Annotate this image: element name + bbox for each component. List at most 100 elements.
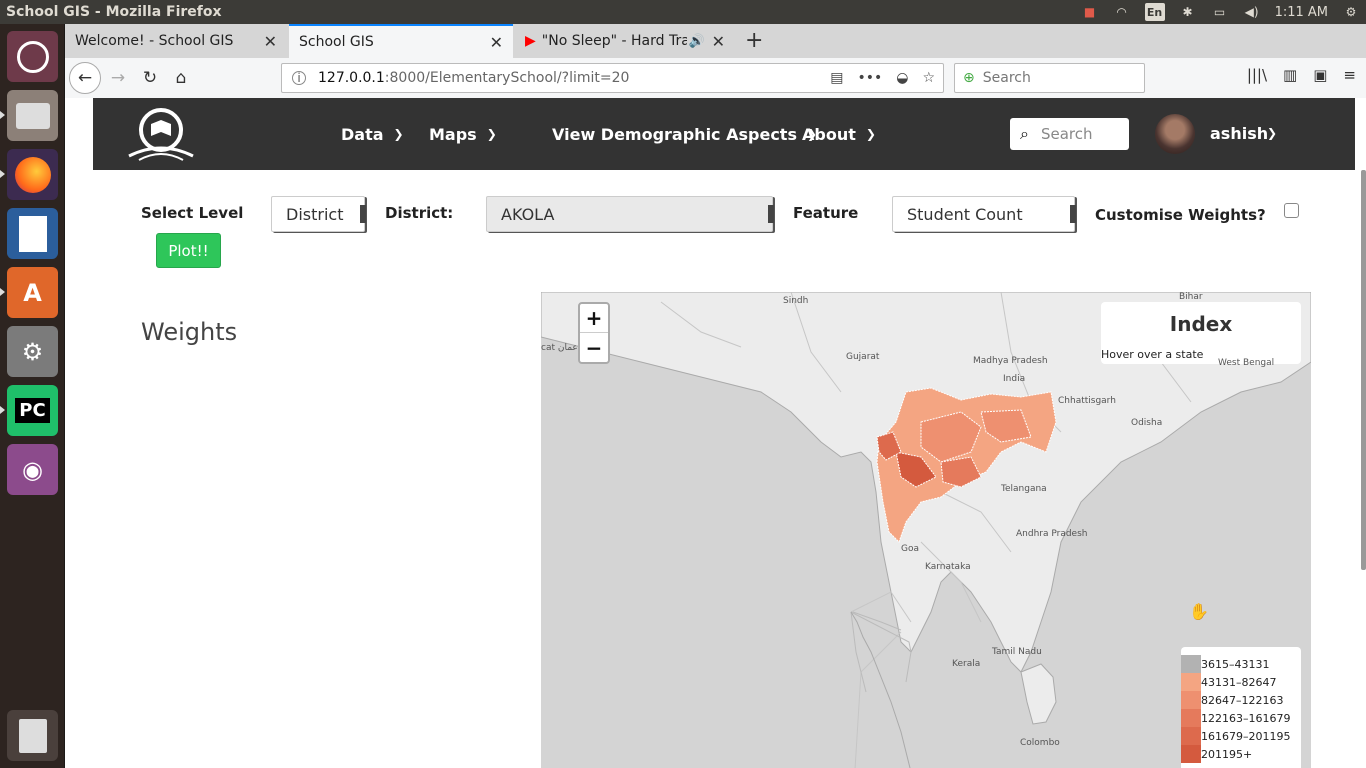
search-engine-icon: ⊕ [963,70,975,86]
reader-view-icon[interactable]: ▤ [830,70,843,86]
reload-icon[interactable]: ↻ [136,64,164,92]
map-label: Madhya Pradesh [973,356,1048,366]
choropleth-map[interactable]: + − Index Hover over a state Sindh Bihar… [541,292,1311,768]
keyboard-indicator[interactable]: En [1144,3,1165,21]
map-label: cat عمان [541,343,578,353]
close-tab-icon[interactable]: ✕ [264,32,277,51]
legend-label: 201195+ [1201,747,1253,761]
camera-icon[interactable]: ■ [1081,5,1099,19]
legend-label: 122163–161679 [1201,711,1291,725]
audio-icon[interactable]: 🔊 [689,34,705,49]
weights-title: Weights [141,318,238,346]
sidebar-icon[interactable]: ▥ [1283,66,1297,84]
legend-label: 43131–82647 [1201,675,1277,689]
level-select[interactable]: District [271,196,366,232]
system-settings-icon[interactable]: ⚙ [7,326,58,377]
username[interactable]: ashish [1210,124,1268,143]
trash-icon[interactable] [7,710,58,761]
new-tab-icon[interactable]: + [745,28,763,53]
clock[interactable]: 1:11 AM [1275,5,1328,20]
settings-gear-icon[interactable]: ⚙ [1342,5,1360,19]
tab-school-gis[interactable]: School GIS ✕ [289,24,513,58]
battery-icon[interactable]: ▭ [1211,5,1229,19]
url-bar[interactable]: i 127.0.0.1:8000/ElementarySchool/?limit… [281,63,944,93]
search-placeholder: Search [1040,125,1093,143]
files-icon[interactable] [7,90,58,141]
avatar[interactable] [1155,114,1195,154]
district-select[interactable]: AKOLA [486,196,774,232]
web-page: Data ❯ Maps ❯ View Demographic Aspects ❯ Ab… [65,98,1366,768]
software-center-icon[interactable]: A [7,267,58,318]
index-info-box: Index Hover over a state [1101,302,1301,364]
system-top-bar: School GIS - Mozilla Firefox ■ ◠ En ✱ ▭ … [0,0,1366,24]
legend-swatch [1181,673,1201,691]
map-label: Andhra Pradesh [1016,529,1088,539]
screen-recorder-icon[interactable]: ◉ [7,444,58,495]
volume-icon[interactable]: ◀) [1243,5,1261,19]
bookmark-star-icon[interactable]: ☆ [922,70,935,86]
tab-label: "No Sleep" - Hard Trap [541,33,687,49]
launcher: A ⚙ PC ◉ [0,24,65,768]
hand-cursor-icon: ✋ [1189,602,1209,621]
bluetooth-icon[interactable]: ✱ [1179,5,1197,19]
system-tray: ■ ◠ En ✱ ▭ ◀) 1:11 AM ⚙ [1081,0,1360,24]
chevron-down-icon[interactable]: ❯ [1267,126,1277,140]
tab-no-sleep[interactable]: ▶ "No Sleep" - Hard Trap 🔊 ✕ [515,24,735,58]
selenium-icon[interactable]: ▣ [1313,66,1327,84]
tab-label: Welcome! - School GIS [75,33,234,49]
map-label: West Bengal [1218,358,1275,368]
legend-row: 43131–82647 [1181,673,1301,691]
dropdown-caret-icon [1070,205,1076,223]
map-label: Gujarat [846,352,880,362]
legend-row: 201195+ [1181,745,1301,763]
legend-label: 3615–43131 [1201,657,1270,671]
pycharm-icon[interactable]: PC [7,385,58,436]
site-logo[interactable] [125,104,197,164]
menu-view-demographic-aspects[interactable]: View Demographic Aspects ❯ [552,98,817,170]
menu-label: View Demographic Aspects [552,124,797,144]
wifi-icon[interactable]: ◠ [1113,5,1131,19]
plot-button[interactable]: Plot!! [156,233,221,268]
menu-label: About [802,124,856,144]
ubuntu-dash-icon[interactable] [7,31,58,82]
map-label: Colombo [1020,738,1060,748]
site-search-input[interactable]: ⌕ Search [1010,118,1129,150]
page-actions-icon[interactable]: ••• [857,70,882,86]
library-icon[interactable]: |||\ [1247,66,1267,84]
browser-search-input[interactable]: ⊕ Search [954,63,1145,93]
map-label: Chhattisgarh [1058,396,1116,406]
hamburger-menu-icon[interactable]: ≡ [1343,66,1356,84]
district-value: AKOLA [501,204,555,224]
page-scrollbar[interactable] [1361,170,1366,570]
feature-label: Feature [793,204,859,222]
close-tab-icon[interactable]: ✕ [490,33,503,52]
zoom-in-button[interactable]: + [580,304,608,333]
menu-maps[interactable]: Maps ❯ [429,98,497,170]
menu-about[interactable]: About ❯ [802,98,876,170]
zoom-out-button[interactable]: − [580,333,608,362]
legend-row: 161679–201195 [1181,727,1301,745]
firefox-icon[interactable] [7,149,58,200]
writer-icon[interactable] [7,208,58,259]
pocket-icon[interactable]: ◒ [896,70,908,86]
legend-row: 3615–43131 [1181,655,1301,673]
menu-data[interactable]: Data ❯ [341,98,404,170]
search-placeholder: Search [982,70,1031,86]
tab-welcome[interactable]: Welcome! - School GIS ✕ [65,24,287,58]
legend-label: 82647–122163 [1201,693,1284,707]
home-icon[interactable]: ⌂ [167,64,195,92]
feature-select[interactable]: Student Count [892,196,1076,232]
tab-strip: Welcome! - School GIS ✕ School GIS ✕ ▶ "… [65,24,1366,58]
chevron-down-icon: ❯ [486,127,497,141]
map-label: Karnataka [925,562,971,572]
customise-weights-checkbox[interactable] [1284,203,1299,218]
map-label: Bihar [1179,292,1203,302]
url-text[interactable]: 127.0.0.1:8000/ElementarySchool/?limit=2… [318,70,629,86]
forward-icon[interactable]: → [104,64,132,92]
close-tab-icon[interactable]: ✕ [712,32,725,51]
legend-label: 161679–201195 [1201,729,1291,743]
dropdown-caret-icon [360,205,366,223]
site-info-icon[interactable]: i [292,71,306,85]
search-icon: ⌕ [1020,124,1029,143]
back-icon[interactable]: ← [69,62,101,94]
